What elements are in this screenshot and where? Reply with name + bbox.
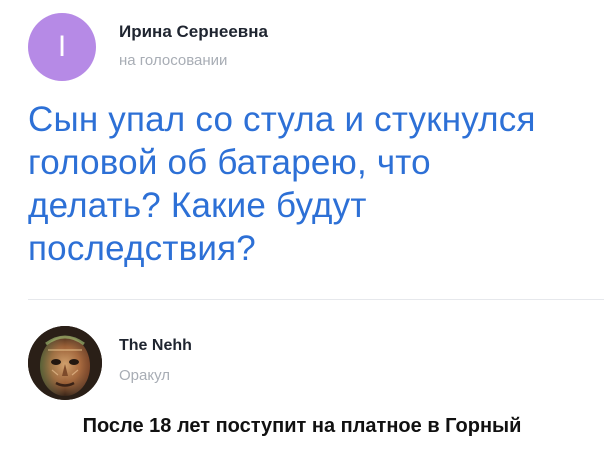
answer-author-name[interactable]: The Nehh bbox=[119, 337, 192, 355]
question-line: делать? Какие будут bbox=[28, 186, 367, 225]
question-line: головой об батарею, что bbox=[28, 143, 431, 182]
author-name[interactable]: Ирина Сернеевна bbox=[119, 22, 268, 42]
question-author[interactable]: I Ирина Сернеевна на голосовании bbox=[28, 13, 448, 83]
answer-text: После 18 лет поступит на платное в Горны… bbox=[82, 415, 522, 437]
divider bbox=[28, 299, 604, 300]
post-card: I Ирина Сернеевна на голосовании Сын упа… bbox=[0, 0, 604, 468]
author-initial: I bbox=[57, 30, 67, 63]
answer-author[interactable]: The Nehh Оракул bbox=[28, 326, 328, 402]
question-line: последствия? bbox=[28, 229, 256, 268]
answer-author-status: Оракул bbox=[119, 367, 171, 384]
question-text: Сын упал со стула и стукнулся головой об… bbox=[28, 98, 588, 270]
author-avatar[interactable]: I bbox=[28, 13, 96, 81]
face-portrait-icon[interactable] bbox=[28, 326, 102, 400]
author-status: на голосовании bbox=[119, 52, 228, 69]
question-line: Сын упал со стула и стукнулся bbox=[28, 100, 536, 139]
